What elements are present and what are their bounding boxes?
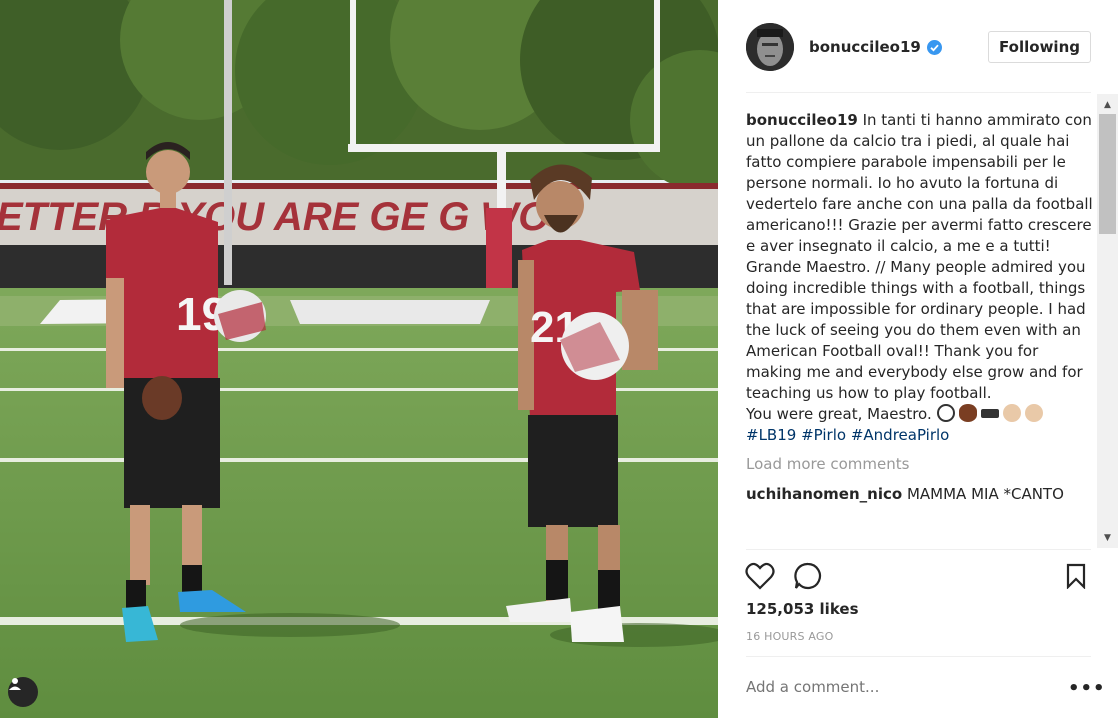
clapping-hands-icon	[1024, 404, 1043, 422]
stadium-banner-text: ETTER R YOU ARE GE G WO	[0, 195, 549, 239]
more-options-icon[interactable]: •••	[1068, 678, 1106, 699]
comment-text: MAMMA MIA *CANTO	[906, 485, 1064, 503]
comment-item: uchihanomen_nico MAMMA MIA *CANTO	[746, 484, 1094, 505]
scrollbar-thumb[interactable]	[1099, 114, 1116, 234]
post-timestamp[interactable]: 16 HOURS AGO	[746, 630, 834, 643]
comment-divider	[746, 656, 1091, 657]
scroll-up-arrow-icon[interactable]: ▲	[1097, 96, 1118, 113]
following-button[interactable]: Following	[988, 31, 1091, 63]
hashtag-link[interactable]: #Pirlo	[801, 426, 846, 444]
scroll-down-arrow-icon[interactable]: ▼	[1097, 529, 1118, 546]
post-header: bonuccileo19 Following	[746, 21, 1091, 73]
comments-scrollbar[interactable]: ▲ ▼	[1097, 94, 1118, 548]
avatar-image	[746, 23, 794, 71]
heart-icon[interactable]	[744, 560, 776, 592]
caption: bonuccileo19 In tanti ti hanno ammirato …	[746, 110, 1094, 446]
verified-badge-icon	[926, 39, 942, 55]
actions-divider	[746, 549, 1091, 550]
caption-username[interactable]: bonuccileo19	[746, 111, 858, 129]
post-details-panel: bonuccileo19 Following bonuccileo19 In t…	[718, 0, 1118, 718]
caption-end: You were great, Maestro.	[746, 405, 932, 423]
comment-icon[interactable]	[792, 560, 824, 592]
post-username[interactable]: bonuccileo19	[809, 38, 921, 56]
avatar[interactable]	[746, 23, 794, 71]
user-tag-icon	[9, 678, 21, 690]
comment-username[interactable]: uchihanomen_nico	[746, 485, 902, 503]
likes-count[interactable]: 125,053 likes	[746, 600, 859, 618]
emoji-row	[936, 404, 1047, 423]
comments-section: bonuccileo19 In tanti ti hanno ammirato …	[746, 110, 1094, 547]
graduation-cap-icon	[980, 409, 999, 418]
load-more-comments-link[interactable]: Load more comments	[746, 454, 1094, 475]
caption-text: In tanti ti hanno ammirato con un pallon…	[746, 111, 1093, 402]
post-photo[interactable]: ETTER R YOU ARE GE G WO 19 21	[0, 0, 718, 718]
soccer-ball-icon	[936, 404, 955, 422]
clapping-hands-icon	[1002, 404, 1021, 422]
hashtag-link[interactable]: #AndreaPirlo	[851, 426, 950, 444]
bookmark-icon[interactable]	[1060, 560, 1092, 592]
post-actions	[744, 560, 1092, 592]
add-comment-input[interactable]	[746, 676, 1046, 698]
user-tag-button[interactable]	[8, 677, 38, 707]
football-field-photo: ETTER R YOU ARE GE G WO 19 21	[0, 0, 718, 718]
american-football-icon	[958, 404, 977, 422]
header-divider	[746, 92, 1091, 93]
hashtag-link[interactable]: #LB19	[746, 426, 796, 444]
